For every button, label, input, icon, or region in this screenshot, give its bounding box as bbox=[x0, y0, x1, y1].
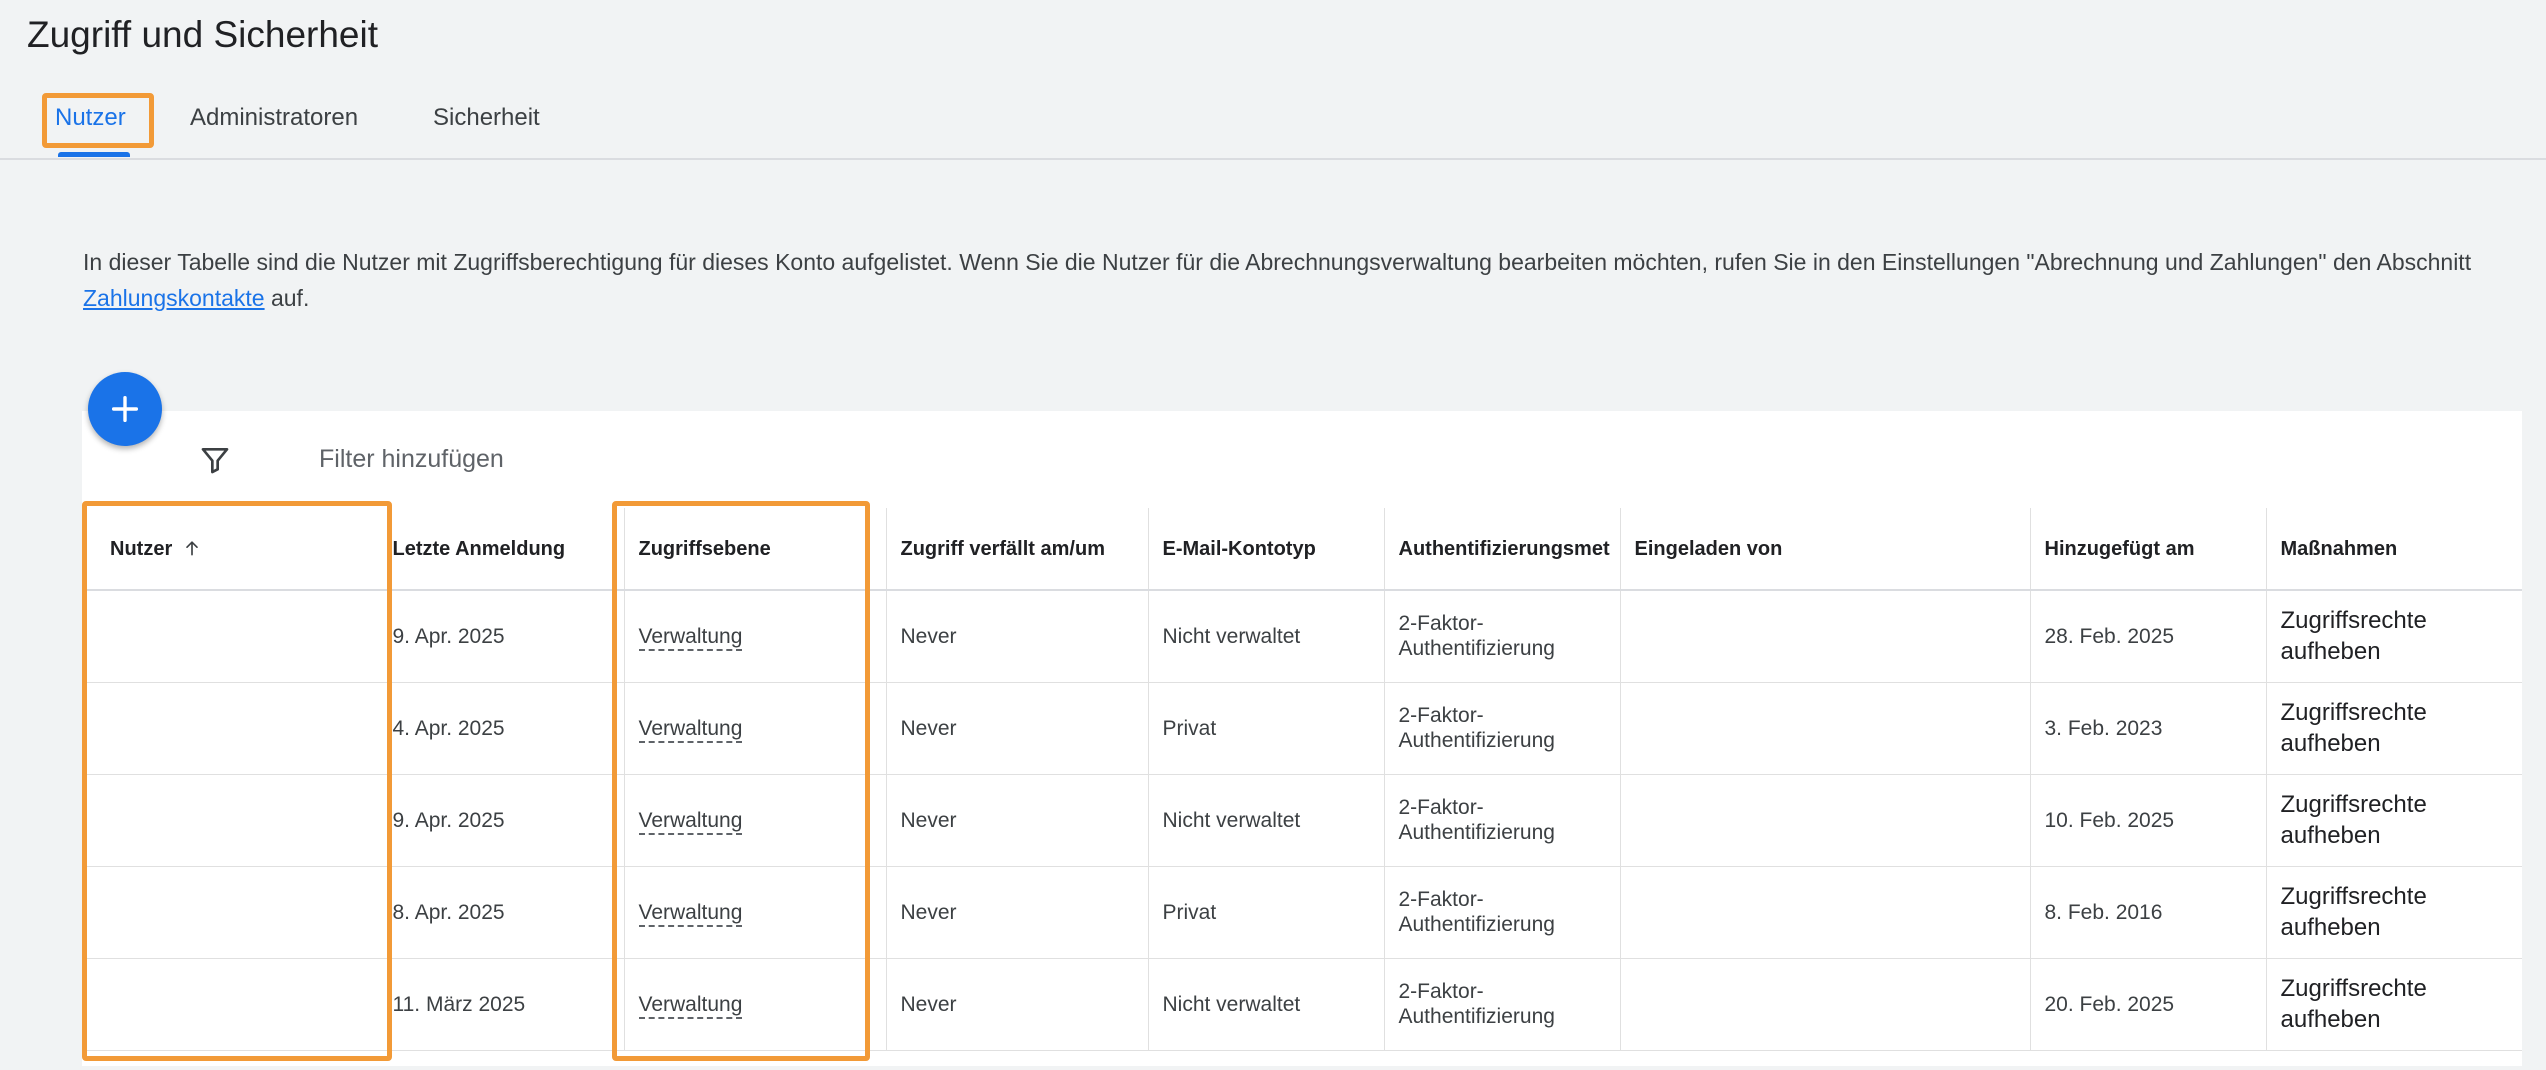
access-level-cell: Verwaltung bbox=[624, 774, 887, 867]
revoke-access-button[interactable]: Zugriffsrechte aufheben bbox=[2281, 697, 2509, 759]
add-user-button[interactable] bbox=[88, 372, 162, 446]
user-cell bbox=[82, 774, 389, 867]
added-on-cell: 20. Feb. 2025 bbox=[2030, 958, 2267, 1051]
page-title: Zugriff und Sicherheit bbox=[27, 14, 379, 55]
added-on-cell: 3. Feb. 2023 bbox=[2030, 682, 2267, 775]
column-header-auth-method[interactable]: Authentifizierungsmet bbox=[1384, 508, 1621, 591]
expires-cell: Never bbox=[886, 774, 1149, 867]
added-on-cell: 10. Feb. 2025 bbox=[2030, 774, 2267, 867]
tab-bar: Nutzer Administratoren Sicherheit bbox=[0, 90, 2546, 160]
expires-cell: Never bbox=[886, 590, 1149, 683]
revoke-access-button[interactable]: Zugriffsrechte aufheben bbox=[2281, 789, 2509, 851]
last-login-cell: 9. Apr. 2025 bbox=[388, 774, 625, 867]
access-level-link[interactable]: Verwaltung bbox=[638, 716, 743, 743]
expires-cell: Never bbox=[886, 682, 1149, 775]
tab-nutzer[interactable]: Nutzer bbox=[55, 90, 126, 158]
revoke-access-button[interactable]: Zugriffsrechte aufheben bbox=[2281, 605, 2509, 667]
last-login-cell: 11. März 2025 bbox=[388, 958, 625, 1051]
email-type-cell: Nicht verwaltet bbox=[1148, 958, 1385, 1051]
user-cell bbox=[82, 590, 389, 683]
arrow-up-icon bbox=[186, 540, 199, 555]
email-type-cell: Nicht verwaltet bbox=[1148, 774, 1385, 867]
add-filter-button[interactable]: Filter hinzufügen bbox=[319, 445, 504, 474]
access-level-link[interactable]: Verwaltung bbox=[638, 624, 743, 651]
table-header-row: Nutzer Letzte Anmeldung Zugriffsebene Zu… bbox=[82, 508, 2522, 591]
auth-method-cell: 2-Faktor-Authentifizierung bbox=[1384, 682, 1621, 775]
added-on-cell: 28. Feb. 2025 bbox=[2030, 590, 2267, 683]
invited-by-cell bbox=[1620, 774, 2031, 867]
description-text: In dieser Tabelle sind die Nutzer mit Zu… bbox=[83, 249, 2472, 275]
payment-contacts-link[interactable]: Zahlungskontakte bbox=[83, 285, 265, 311]
access-level-link[interactable]: Verwaltung bbox=[638, 992, 743, 1019]
column-header-email-type[interactable]: E-Mail-Kontotyp bbox=[1148, 508, 1385, 591]
column-header-invited-by[interactable]: Eingeladen von bbox=[1620, 508, 2031, 591]
user-cell bbox=[82, 682, 389, 775]
active-tab-indicator bbox=[58, 152, 130, 157]
access-level-link[interactable]: Verwaltung bbox=[638, 900, 743, 927]
last-login-cell: 9. Apr. 2025 bbox=[388, 590, 625, 683]
user-cell bbox=[82, 958, 389, 1051]
plus-icon bbox=[111, 395, 139, 423]
expires-cell: Never bbox=[886, 866, 1149, 959]
last-login-cell: 4. Apr. 2025 bbox=[388, 682, 625, 775]
email-type-cell: Nicht verwaltet bbox=[1148, 590, 1385, 683]
table-row: 9. Apr. 2025 Verwaltung Never Nicht verw… bbox=[82, 774, 2522, 867]
actions-cell: Zugriffsrechte aufheben bbox=[2266, 682, 2522, 775]
access-level-cell: Verwaltung bbox=[624, 590, 887, 683]
expires-cell: Never bbox=[886, 958, 1149, 1051]
access-level-cell: Verwaltung bbox=[624, 682, 887, 775]
column-header-actions: Maßnahmen bbox=[2266, 508, 2522, 591]
user-cell bbox=[82, 866, 389, 959]
column-header-added-on[interactable]: Hinzugefügt am bbox=[2030, 508, 2267, 591]
column-header-access-level[interactable]: Zugriffsebene bbox=[624, 508, 887, 591]
users-table: Nutzer Letzte Anmeldung Zugriffsebene Zu… bbox=[82, 508, 2522, 1051]
revoke-access-button[interactable]: Zugriffsrechte aufheben bbox=[2281, 881, 2509, 943]
access-level-cell: Verwaltung bbox=[624, 866, 887, 959]
auth-method-cell: 2-Faktor-Authentifizierung bbox=[1384, 774, 1621, 867]
actions-cell: Zugriffsrechte aufheben bbox=[2266, 958, 2522, 1051]
column-header-expires[interactable]: Zugriff verfällt am/um bbox=[886, 508, 1149, 591]
column-header-user[interactable]: Nutzer bbox=[82, 508, 389, 591]
tab-administratoren[interactable]: Administratoren bbox=[190, 90, 358, 158]
email-type-cell: Privat bbox=[1148, 682, 1385, 775]
auth-method-cell: 2-Faktor-Authentifizierung bbox=[1384, 958, 1621, 1051]
description-text-end: auf. bbox=[264, 285, 310, 311]
table-row: 8. Apr. 2025 Verwaltung Never Privat 2-F… bbox=[82, 866, 2522, 959]
invited-by-cell bbox=[1620, 682, 2031, 775]
invited-by-cell bbox=[1620, 958, 2031, 1051]
actions-cell: Zugriffsrechte aufheben bbox=[2266, 866, 2522, 959]
actions-cell: Zugriffsrechte aufheben bbox=[2266, 590, 2522, 683]
access-level-link[interactable]: Verwaltung bbox=[638, 808, 743, 835]
added-on-cell: 8. Feb. 2016 bbox=[2030, 866, 2267, 959]
table-row: 9. Apr. 2025 Verwaltung Never Nicht verw… bbox=[82, 590, 2522, 683]
tab-sicherheit[interactable]: Sicherheit bbox=[433, 90, 540, 158]
auth-method-cell: 2-Faktor-Authentifizierung bbox=[1384, 866, 1621, 959]
invited-by-cell bbox=[1620, 590, 2031, 683]
revoke-access-button[interactable]: Zugriffsrechte aufheben bbox=[2281, 973, 2509, 1035]
table-row: 11. März 2025 Verwaltung Never Nicht ver… bbox=[82, 958, 2522, 1051]
invited-by-cell bbox=[1620, 866, 2031, 959]
table-row: 4. Apr. 2025 Verwaltung Never Privat 2-F… bbox=[82, 682, 2522, 775]
column-header-last-login[interactable]: Letzte Anmeldung bbox=[388, 508, 625, 591]
actions-cell: Zugriffsrechte aufheben bbox=[2266, 774, 2522, 867]
access-level-cell: Verwaltung bbox=[624, 958, 887, 1051]
auth-method-cell: 2-Faktor-Authentifizierung bbox=[1384, 590, 1621, 683]
filter-icon[interactable] bbox=[198, 444, 232, 476]
last-login-cell: 8. Apr. 2025 bbox=[388, 866, 625, 959]
table-description: In dieser Tabelle sind die Nutzer mit Zu… bbox=[83, 244, 2503, 316]
email-type-cell: Privat bbox=[1148, 866, 1385, 959]
